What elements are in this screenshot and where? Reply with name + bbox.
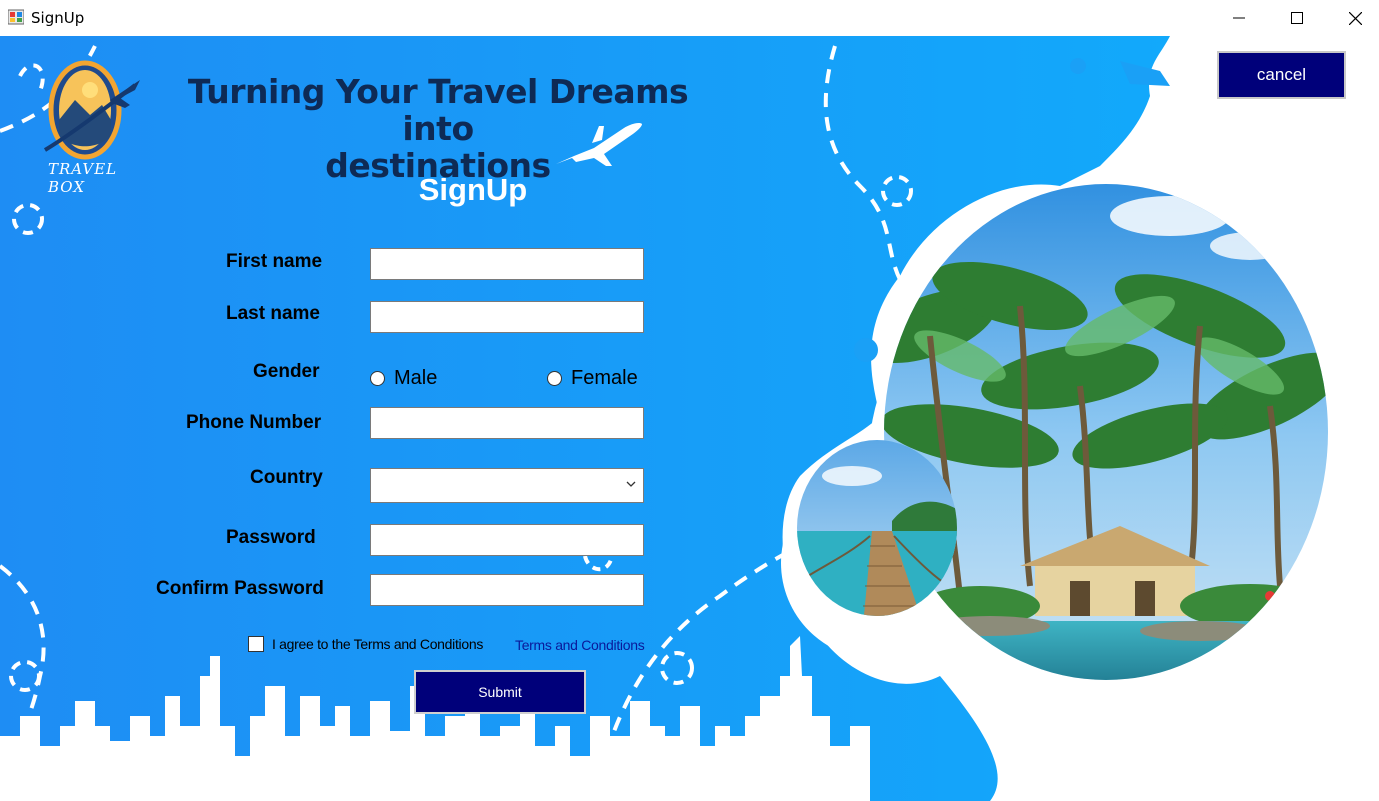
window-title: SignUp bbox=[31, 9, 85, 27]
agree-terms-label: I agree to the Terms and Conditions bbox=[272, 636, 484, 652]
checkbox-box bbox=[248, 636, 264, 652]
pier-photo bbox=[797, 440, 957, 616]
signup-window: SignUp TRAVEL BOX Turning Your Travel Dr… bbox=[0, 0, 1379, 801]
first-name-label: First name bbox=[226, 251, 323, 272]
gender-male-label: Male bbox=[394, 367, 438, 389]
confirm-password-label: Confirm Password bbox=[156, 578, 324, 599]
close-icon bbox=[1348, 11, 1362, 25]
password-field[interactable] bbox=[370, 524, 644, 556]
chevron-down-icon bbox=[626, 481, 636, 487]
maximize-icon bbox=[1291, 12, 1303, 24]
confirm-password-field[interactable] bbox=[370, 574, 644, 606]
country-label: Country bbox=[250, 467, 323, 488]
gender-label: Gender bbox=[253, 361, 320, 382]
airplane-icon bbox=[556, 123, 642, 166]
minimize-icon bbox=[1233, 17, 1245, 19]
agree-terms-checkbox[interactable]: I agree to the Terms and Conditions bbox=[248, 636, 483, 652]
minimize-button[interactable] bbox=[1210, 0, 1268, 36]
phone-number-field[interactable] bbox=[370, 407, 644, 439]
terms-link[interactable]: Terms and Conditions bbox=[515, 637, 645, 653]
gender-female-radio[interactable]: Female bbox=[547, 367, 638, 390]
last-name-label: Last name bbox=[226, 303, 320, 324]
gender-male-radio[interactable]: Male bbox=[370, 367, 437, 390]
phone-number-label: Phone Number bbox=[186, 412, 322, 433]
password-label: Password bbox=[226, 527, 316, 548]
title-bar: SignUp bbox=[0, 0, 1379, 36]
first-name-field[interactable] bbox=[370, 248, 644, 280]
radio-circle bbox=[370, 371, 385, 386]
radio-circle bbox=[547, 371, 562, 386]
maximize-button[interactable] bbox=[1268, 0, 1326, 36]
app-icon bbox=[8, 9, 24, 25]
page-title: SignUp bbox=[418, 172, 528, 207]
cancel-button[interactable]: cancel bbox=[1217, 51, 1346, 99]
submit-button[interactable]: Submit bbox=[414, 670, 586, 714]
close-button[interactable] bbox=[1326, 0, 1379, 36]
last-name-field[interactable] bbox=[370, 301, 644, 333]
logo-text: TRAVEL BOX bbox=[48, 160, 118, 196]
country-select[interactable] bbox=[370, 468, 644, 503]
gender-female-label: Female bbox=[571, 367, 638, 389]
